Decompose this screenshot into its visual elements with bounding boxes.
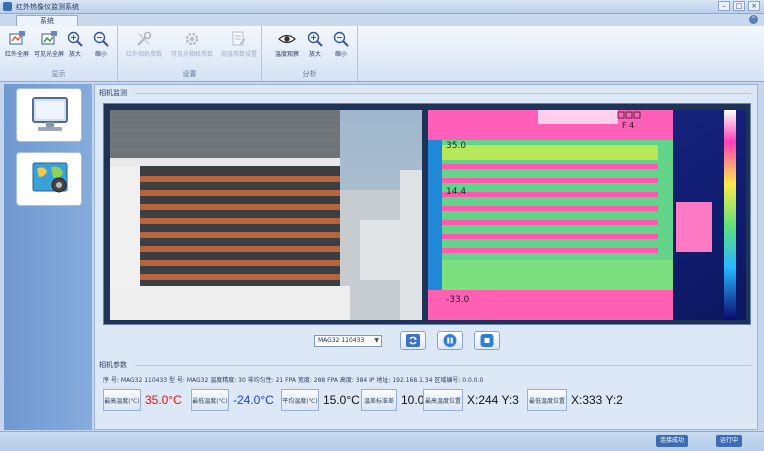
stop-icon — [480, 334, 494, 347]
map-icon — [32, 162, 68, 193]
thermal-scale-mid: 14.4 — [446, 187, 466, 197]
ribbon: 红外全屏 可见光全屏 放大 缩小 显示 红外相机参数 可见光相机参数 测温参数设… — [0, 26, 764, 82]
pause-icon — [443, 334, 457, 347]
max-pos-reading: 最高温度位置 X:244 Y:3 — [423, 388, 527, 412]
thermal-fullscreen-icon — [9, 31, 25, 45]
status-running: 运行中 — [716, 435, 743, 447]
thermal-scale-bottom: -33.0 — [446, 295, 470, 305]
std-dev-button[interactable]: 温差标准差 — [361, 389, 397, 411]
zoom-in-icon — [67, 31, 83, 47]
analysis-zoom-in-label: 放大 — [308, 51, 321, 58]
display-zoom-out-button[interactable]: 缩小 — [88, 30, 114, 58]
thermal-fullscreen-button[interactable]: 红外全屏 — [2, 30, 32, 58]
left-nav — [4, 84, 92, 430]
zoom-in-icon — [307, 31, 323, 47]
camera-info-divider — [135, 365, 751, 366]
tools-icon — [137, 31, 152, 46]
measure-params-button[interactable]: 测温参数设置 — [218, 30, 260, 58]
camera-info-line: 序 号: MAG32 110433 型 号: MAG32 温度精度: 30 非均… — [103, 377, 484, 384]
std-dev-reading: 温差标准差 10.0 — [361, 388, 425, 412]
monitor-icon — [32, 97, 68, 131]
stop-button[interactable] — [474, 331, 500, 350]
ribbon-group-analysis-label: 分析 — [302, 70, 317, 78]
zoom-out-icon — [93, 31, 109, 47]
temperature-observe-label: 温度观察 — [274, 51, 299, 58]
ribbon-group-display-label: 显示 — [51, 70, 66, 78]
ribbon-tab-row: 系统 ^ — [0, 14, 764, 26]
analysis-zoom-in-button[interactable]: 放大 — [302, 30, 328, 58]
maximize-button[interactable]: □ — [733, 1, 745, 11]
visible-fullscreen-icon — [41, 31, 57, 45]
gear-icon — [185, 32, 199, 46]
min-temp-reading: 最低温度(℃) -24.0°C — [191, 388, 279, 412]
visible-camera-params-label: 可见光相机参数 — [170, 51, 213, 58]
ribbon-group-display: 红外全屏 可见光全屏 放大 缩小 显示 — [0, 26, 118, 81]
visible-camera-view[interactable] — [110, 110, 422, 320]
nav-map[interactable] — [16, 152, 82, 206]
min-pos-button[interactable]: 最低温度位置 — [527, 389, 567, 411]
close-button[interactable]: × — [748, 1, 760, 11]
std-dev-value: 10.0 — [401, 393, 425, 407]
min-pos-reading: 最低温度位置 X:333 Y:2 — [527, 388, 631, 412]
camera-select-value: MAG32 110433 — [318, 337, 365, 344]
avg-temp-button[interactable]: 平均温度(℃) — [281, 389, 319, 411]
status-bar: 连接成功 运行中 — [0, 431, 764, 451]
ribbon-group-settings: 红外相机参数 可见光相机参数 测温参数设置 设置 — [118, 26, 262, 81]
max-pos-value: X:244 Y:3 — [467, 393, 519, 407]
ribbon-collapse-icon[interactable]: ^ — [749, 15, 758, 24]
refresh-icon — [406, 334, 420, 347]
display-zoom-in-label: 放大 — [68, 51, 81, 58]
tab-system[interactable]: 系统 — [16, 15, 78, 26]
title-bar: 红外热像仪监测系统 – □ × — [0, 0, 764, 14]
max-temp-reading: 最高温度(℃) 35.0°C — [103, 388, 189, 412]
eye-icon — [278, 34, 296, 44]
avg-temp-reading: 平均温度(℃) 15.0°C — [281, 388, 363, 412]
minimize-button[interactable]: – — [718, 1, 730, 11]
app-icon — [3, 2, 12, 11]
analysis-zoom-out-label: 缩小 — [334, 51, 347, 58]
main-panel: 相机监测 F 4 35.0 14.4 -33.0 MAG32 110433 ▼ … — [94, 84, 758, 430]
window-title: 红外热像仪监测系统 — [16, 3, 79, 11]
display-zoom-out-label: 缩小 — [94, 51, 107, 58]
zoom-out-icon — [333, 31, 349, 47]
ribbon-group-analysis: 温度观察 放大 缩小 分析 — [262, 26, 358, 81]
thermal-camera-params-label: 红外相机参数 — [125, 51, 162, 58]
visible-camera-params-button[interactable]: 可见光相机参数 — [168, 30, 216, 58]
status-connection: 连接成功 — [656, 435, 689, 447]
analysis-zoom-out-button[interactable]: 缩小 — [328, 30, 354, 58]
thermal-corner-label: F 4 — [622, 121, 634, 130]
chevron-down-icon: ▼ — [374, 337, 379, 344]
min-temp-value: -24.0°C — [233, 393, 274, 407]
nav-monitor[interactable] — [16, 88, 82, 142]
display-zoom-in-button[interactable]: 放大 — [62, 30, 88, 58]
refresh-button[interactable] — [400, 331, 426, 350]
monitor-divider — [135, 93, 751, 94]
monitor-panel-title: 相机监测 — [99, 89, 127, 97]
measure-params-label: 测温参数设置 — [220, 51, 257, 58]
document-icon — [232, 31, 246, 46]
pause-button[interactable] — [437, 331, 463, 350]
ribbon-group-settings-label: 设置 — [182, 70, 197, 78]
thermal-camera-params-button[interactable]: 红外相机参数 — [122, 30, 166, 58]
camera-select[interactable]: MAG32 110433 ▼ — [314, 335, 382, 347]
min-temp-button[interactable]: 最低温度(℃) — [191, 389, 229, 411]
temperature-observe-button[interactable]: 温度观察 — [272, 30, 302, 58]
visible-fullscreen-button[interactable]: 可见光全屏 — [34, 30, 64, 58]
thermal-scale-top: 35.0 — [446, 141, 466, 151]
camera-info-title: 相机参数 — [99, 361, 127, 369]
video-area: F 4 35.0 14.4 -33.0 — [103, 103, 751, 325]
max-pos-button[interactable]: 最高温度位置 — [423, 389, 463, 411]
max-temp-value: 35.0°C — [145, 393, 182, 407]
thermal-fullscreen-label: 红外全屏 — [4, 51, 29, 58]
min-pos-value: X:333 Y:2 — [571, 393, 623, 407]
thermal-camera-view[interactable]: F 4 35.0 14.4 -33.0 — [428, 110, 746, 320]
avg-temp-value: 15.0°C — [323, 393, 360, 407]
max-temp-button[interactable]: 最高温度(℃) — [103, 389, 141, 411]
visible-fullscreen-label: 可见光全屏 — [34, 51, 65, 58]
